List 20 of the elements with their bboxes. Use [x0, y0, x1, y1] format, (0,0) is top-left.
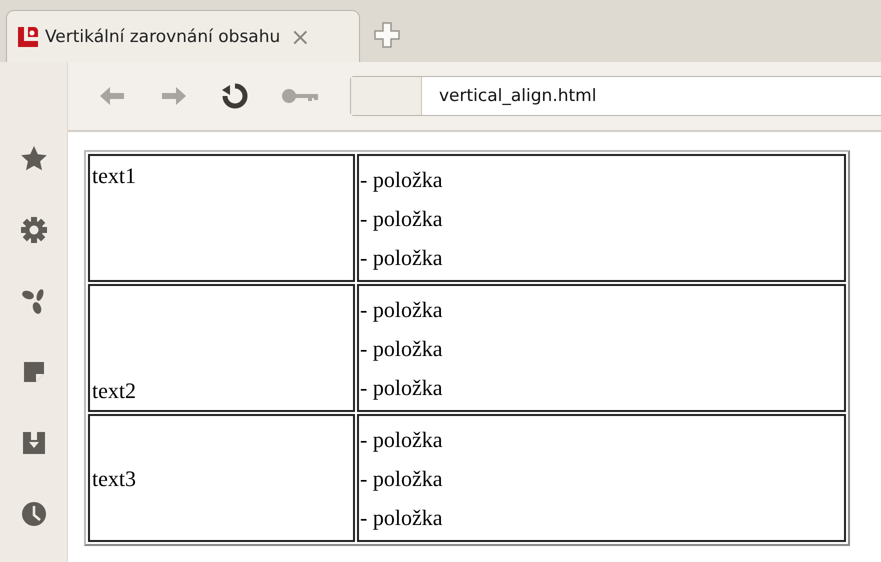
list-item: - položka — [360, 334, 444, 363]
list-item: - položka — [360, 464, 444, 493]
cell-text: text2 — [92, 377, 137, 405]
list-item: - položka — [360, 204, 444, 233]
cell-text: text3 — [92, 464, 137, 492]
address-field[interactable]: vertical_align.html — [350, 76, 881, 116]
cell-text: text1 — [92, 162, 137, 190]
list-item: - položka — [360, 166, 444, 194]
tab-title: Vertikální zarovnání obsahu — [45, 26, 280, 46]
gear-icon[interactable] — [18, 215, 48, 245]
browser-tab[interactable]: Vertikální zarovnání obsahu × — [6, 10, 360, 62]
browser-logo-icon — [17, 26, 39, 48]
url-text: vertical_align.html — [438, 85, 596, 108]
list-item: - položka — [360, 296, 444, 324]
reload-icon[interactable] — [220, 81, 250, 111]
list-item: - položka — [360, 426, 444, 454]
list-item: - položka — [360, 244, 444, 272]
list-item: - položka — [360, 504, 444, 532]
plus-icon[interactable] — [372, 20, 402, 50]
list-item: - položka — [360, 374, 444, 402]
